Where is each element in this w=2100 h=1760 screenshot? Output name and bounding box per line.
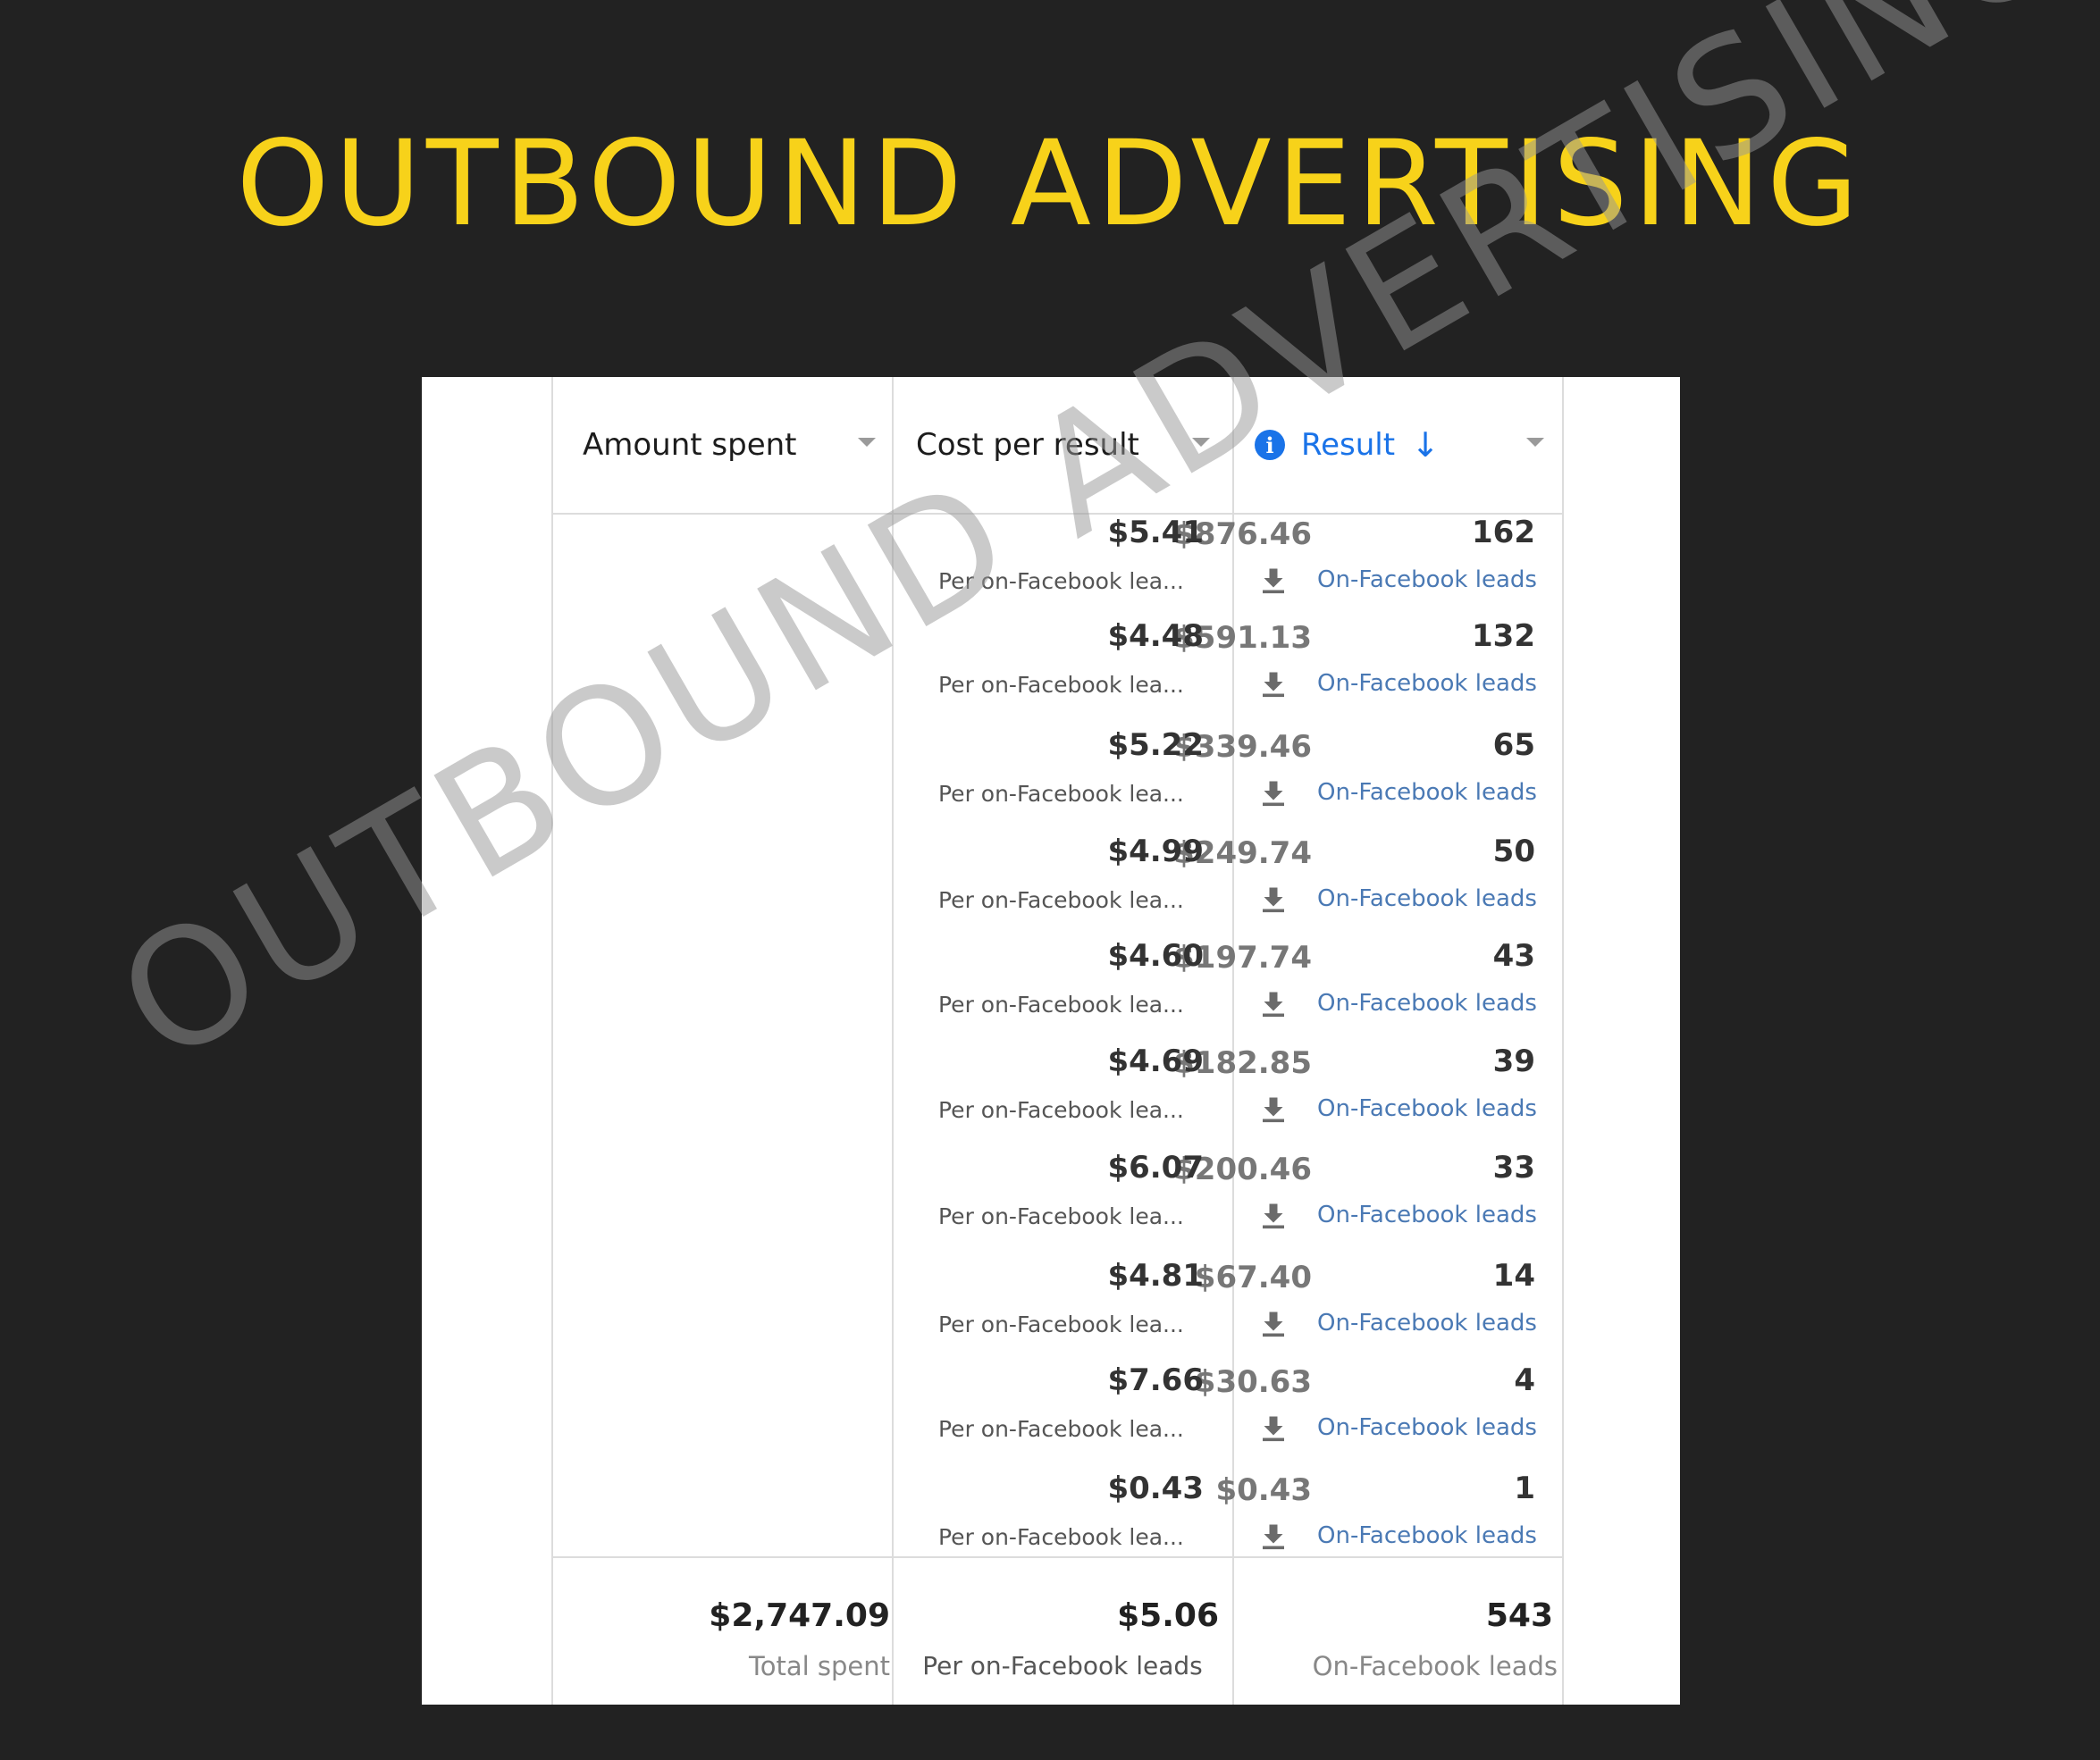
cost-per-result-label: Per on-Facebook lea... [938, 1097, 1184, 1123]
sort-dropdown-icon[interactable] [858, 438, 876, 447]
cost-per-result-cell: $5.41 [1107, 515, 1204, 550]
column-header-label: Amount spent [583, 427, 797, 463]
cost-per-result-cell: $7.66 [1107, 1362, 1204, 1398]
column-header-label: Result [1301, 427, 1396, 463]
download-icon[interactable] [1257, 884, 1289, 916]
download-icon[interactable] [1257, 1521, 1289, 1553]
result-cell: 1 [1514, 1471, 1535, 1506]
result-type-link[interactable]: On-Facebook leads [1317, 885, 1550, 912]
table-row[interactable]: $591.13 $4.48 Per on-Facebook lea... 132 On-… [422, 613, 1680, 719]
download-icon[interactable] [1257, 988, 1289, 1020]
total-amount-spent: $2,747.09 [709, 1597, 890, 1634]
download-icon[interactable] [1257, 1308, 1289, 1340]
sort-descending-icon[interactable]: ↓ [1411, 425, 1440, 465]
cost-per-result-label: Per on-Facebook lea... [938, 568, 1184, 594]
cost-per-result-cell: $5.22 [1107, 727, 1204, 763]
table-row[interactable]: $876.46 $5.41 Per on-Facebook lea... 162 On-… [422, 509, 1680, 616]
result-cell: 162 [1472, 515, 1535, 550]
result-type-link[interactable]: On-Facebook leads [1317, 1414, 1550, 1441]
table-row[interactable]: $182.85 $4.69 Per on-Facebook lea... 39 On-F… [422, 1038, 1680, 1144]
download-icon[interactable] [1257, 1200, 1289, 1232]
sort-dropdown-icon[interactable] [1526, 438, 1544, 447]
cost-per-result-label: Per on-Facebook lea... [938, 887, 1184, 913]
download-icon[interactable] [1257, 668, 1289, 700]
download-icon[interactable] [1257, 1094, 1289, 1126]
cost-per-result-cell: $0.43 [1107, 1471, 1204, 1506]
download-icon[interactable] [1257, 565, 1289, 597]
result-cell: 39 [1492, 1043, 1535, 1079]
result-cell: 132 [1472, 618, 1535, 654]
result-type-link[interactable]: On-Facebook leads [1317, 1522, 1550, 1549]
table-row[interactable]: $30.63 $7.66 Per on-Facebook lea... 4 On-Fac… [422, 1357, 1680, 1463]
result-cell: 65 [1492, 727, 1535, 763]
result-type-link[interactable]: On-Facebook leads [1317, 670, 1550, 697]
totals-row: $2,747.09 Total spent $5.06 Per on-Faceb… [422, 1558, 1680, 1705]
result-cell: 14 [1492, 1258, 1535, 1294]
column-header-amount-spent[interactable]: Amount spent [583, 377, 878, 513]
column-header-cost-per-result[interactable]: Cost per result [916, 377, 1220, 513]
table-row[interactable]: $67.40 $4.81 Per on-Facebook lea... 14 On-Fa… [422, 1253, 1680, 1359]
cost-per-result-label: Per on-Facebook lea... [938, 781, 1184, 807]
cost-per-result-label: Per on-Facebook lea... [938, 1524, 1184, 1550]
column-header-result[interactable]: i Result ↓ [1255, 377, 1541, 513]
total-result-label: On-Facebook leads [1312, 1651, 1558, 1681]
result-type-link[interactable]: On-Facebook leads [1317, 1202, 1550, 1228]
cost-per-result-label: Per on-Facebook lea... [938, 992, 1184, 1018]
result-type-link[interactable]: On-Facebook leads [1317, 990, 1550, 1017]
result-type-link[interactable]: On-Facebook leads [1317, 779, 1550, 806]
column-header-label: Cost per result [916, 427, 1139, 463]
total-cpr-label: Per on-Facebook leads [922, 1651, 1203, 1680]
total-cost-per-result: $5.06 [1117, 1597, 1219, 1634]
result-type-link[interactable]: On-Facebook leads [1317, 566, 1550, 593]
download-icon[interactable] [1257, 777, 1289, 809]
result-cell: 33 [1492, 1150, 1535, 1186]
info-icon[interactable]: i [1255, 430, 1285, 460]
table-row[interactable]: $249.74 $4.99 Per on-Facebook lea... 50 On-F… [422, 828, 1680, 934]
cost-per-result-cell: $4.48 [1107, 618, 1204, 654]
cost-per-result-label: Per on-Facebook lea... [938, 672, 1184, 698]
cost-per-result-cell: $6.07 [1107, 1150, 1204, 1186]
sort-dropdown-icon[interactable] [1192, 438, 1210, 447]
table-row[interactable]: $200.46 $6.07 Per on-Facebook lea... 33 On-F… [422, 1144, 1680, 1251]
result-cell: 43 [1492, 938, 1535, 974]
page-title: OUTBOUND ADVERTISING [236, 115, 1864, 253]
total-result: 543 [1485, 1597, 1553, 1634]
table-row[interactable]: $197.74 $4.60 Per on-Facebook lea... 43 On-F… [422, 933, 1680, 1039]
cost-per-result-cell: $4.60 [1107, 938, 1204, 974]
table-row[interactable]: $339.46 $5.22 Per on-Facebook lea... 65 On-F… [422, 722, 1680, 828]
download-icon[interactable] [1257, 1412, 1289, 1445]
result-cell: 50 [1492, 834, 1535, 869]
cost-per-result-label: Per on-Facebook lea... [938, 1203, 1184, 1229]
ads-results-table: Amount spent Cost per result i Result ↓ … [422, 377, 1680, 1705]
cost-per-result-cell: $4.81 [1107, 1258, 1204, 1294]
cost-per-result-cell: $4.99 [1107, 834, 1204, 869]
cost-per-result-cell: $4.69 [1107, 1043, 1204, 1079]
total-amount-label: Total spent [748, 1651, 890, 1681]
result-cell: 4 [1514, 1362, 1535, 1398]
result-type-link[interactable]: On-Facebook leads [1317, 1095, 1550, 1122]
cost-per-result-label: Per on-Facebook lea... [938, 1416, 1184, 1442]
result-type-link[interactable]: On-Facebook leads [1317, 1310, 1550, 1337]
cost-per-result-label: Per on-Facebook lea... [938, 1312, 1184, 1337]
